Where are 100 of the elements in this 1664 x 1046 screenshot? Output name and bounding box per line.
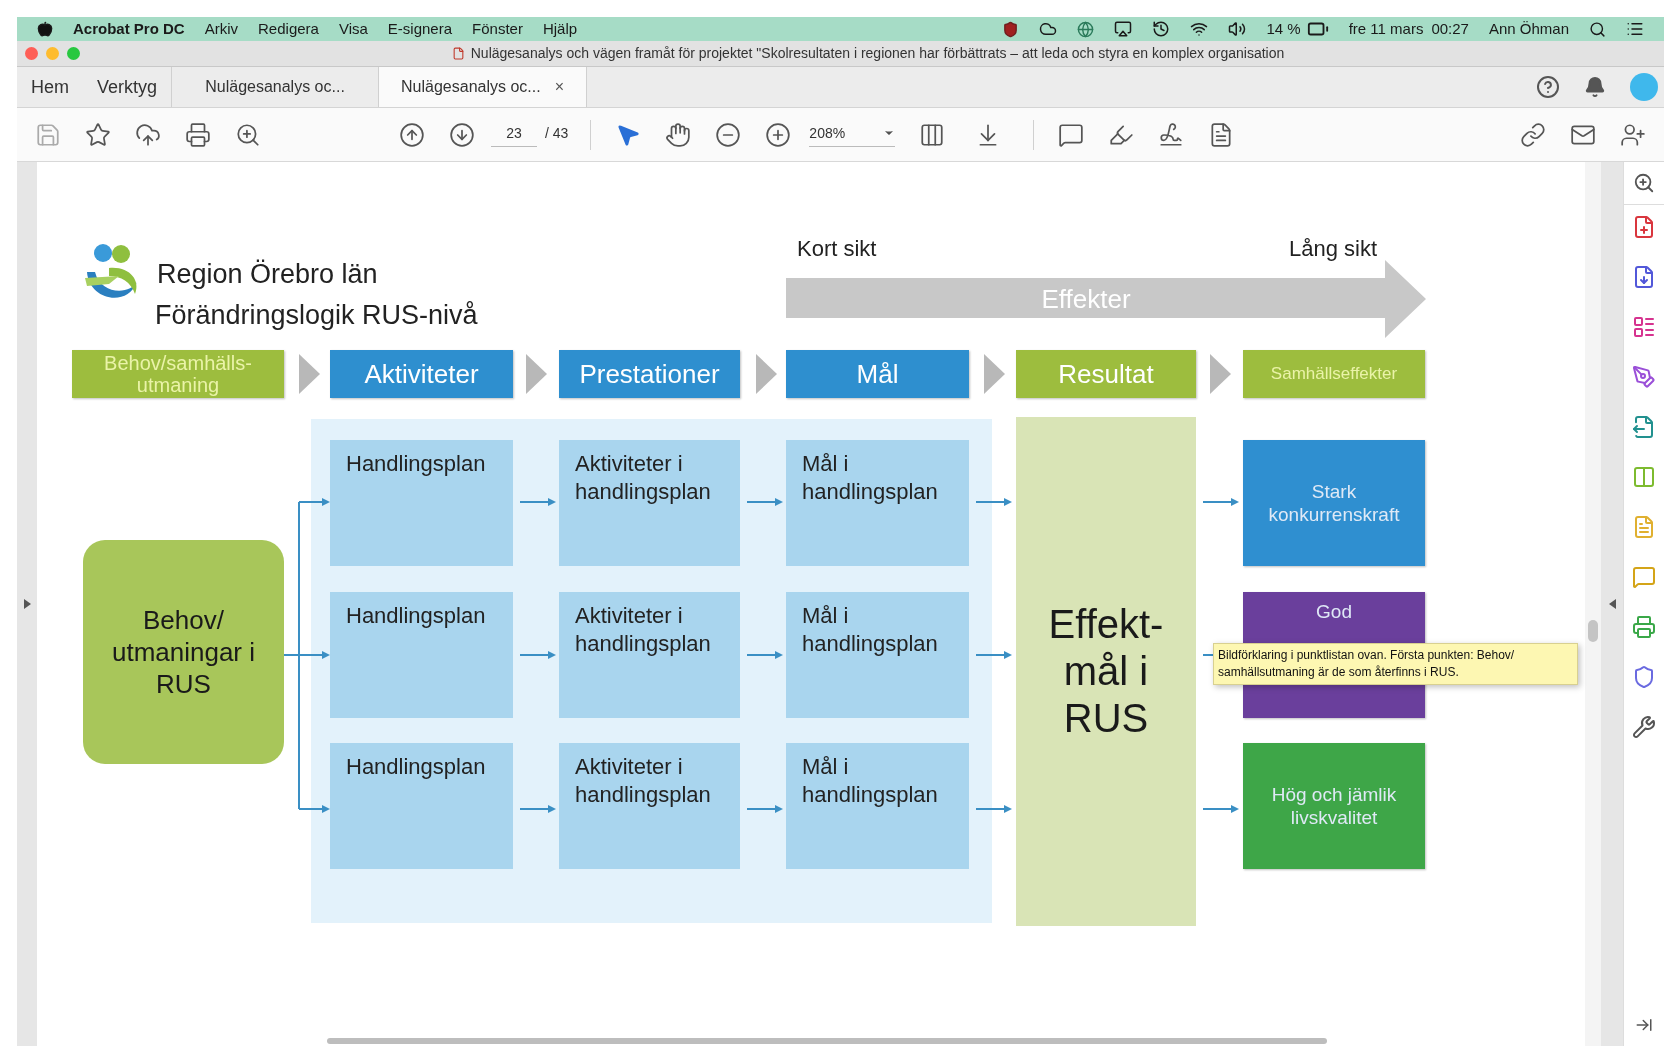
cloud-upload-icon[interactable] (135, 121, 161, 148)
connector-arrow (1202, 805, 1239, 813)
zoom-icon[interactable] (1633, 172, 1655, 194)
printer-icon[interactable] (1632, 615, 1656, 639)
add-user-icon[interactable] (1620, 121, 1646, 148)
stage-header: Mål (786, 350, 969, 398)
plan-box: Aktiviteter i handlingsplan (559, 743, 740, 869)
apple-icon[interactable] (37, 21, 53, 37)
zoom-search-icon[interactable] (235, 121, 261, 148)
plan-box: Mål i handlingsplan (786, 592, 969, 718)
menu-item[interactable]: Hjälp (542, 17, 578, 41)
signature-icon[interactable] (1158, 121, 1185, 148)
user-name[interactable]: Ann Öhman (1488, 17, 1569, 41)
expand-tools-icon[interactable] (1635, 1016, 1653, 1034)
stage-header: Behov/samhälls-utmaning (72, 350, 284, 398)
menu-date: fre 11 mars (1348, 18, 1424, 39)
cloud-icon[interactable] (1039, 20, 1058, 38)
pdf-file-icon (451, 47, 465, 60)
document-tab[interactable]: Nulägesanalys oc... (171, 67, 380, 107)
document-tab[interactable]: Nulägesanalys oc... × (379, 67, 588, 107)
file-download-icon[interactable] (1632, 265, 1656, 289)
previous-page-icon[interactable] (399, 121, 425, 148)
zoom-out-icon[interactable] (715, 121, 742, 148)
fit-page-icon[interactable] (919, 121, 946, 148)
file-export-icon[interactable] (1632, 415, 1656, 439)
file-plus-icon[interactable] (1632, 215, 1656, 239)
shield-icon[interactable] (1002, 20, 1020, 38)
diagram-title: Förändringslogik RUS-nivå (155, 299, 478, 332)
connector-arrow (746, 651, 783, 659)
page-number-field[interactable]: 23 (491, 122, 537, 147)
plan-box: Handlingsplan (330, 440, 513, 566)
expand-panel-icon[interactable] (23, 599, 31, 609)
connector-arrow (519, 805, 556, 813)
menu-item[interactable]: Fönster (472, 17, 523, 41)
nav-tab[interactable]: Verktyg (83, 67, 172, 107)
nav-tab[interactable]: Hem (17, 67, 83, 107)
connector-arrow (519, 651, 556, 659)
plan-box: Mål i handlingsplan (786, 743, 969, 869)
menu-item[interactable]: Visa (338, 17, 368, 41)
wrench-icon[interactable] (1632, 715, 1656, 739)
airplay-icon[interactable] (1114, 20, 1133, 38)
zoom-in-icon[interactable] (765, 121, 792, 148)
print-icon[interactable] (185, 121, 211, 148)
stage-header: Samhällseffekter (1243, 350, 1425, 398)
notification-icon[interactable] (1584, 76, 1606, 98)
comment-icon[interactable] (1058, 121, 1085, 148)
star-icon[interactable] (85, 121, 111, 148)
list-icon[interactable] (1626, 20, 1644, 38)
battery-percent: 14 % (1266, 18, 1301, 39)
effect-box: Stark konkurrenskraft (1243, 440, 1425, 566)
timeline-label: Kort sikt (797, 235, 877, 263)
menu-clock: 00:27 (1431, 18, 1469, 39)
plan-box: Handlingsplan (330, 592, 513, 718)
connector-arrow (975, 805, 1012, 813)
step-arrow (526, 354, 547, 394)
horizontal-scrollbar[interactable] (327, 1038, 1327, 1044)
plan-box: Mål i handlingsplan (786, 440, 969, 566)
connector-arrow (1202, 498, 1239, 506)
step-arrow (984, 354, 1005, 394)
need-box: Behov/ utmaningar i RUS (83, 540, 284, 764)
collapse-panel-icon[interactable] (1608, 599, 1616, 609)
search-icon[interactable] (1589, 20, 1606, 38)
step-arrow (756, 354, 777, 394)
volume-icon[interactable] (1228, 20, 1247, 38)
connector-arrow (975, 498, 1012, 506)
connector-arrow (519, 498, 556, 506)
page-total: / 43 (545, 123, 569, 143)
plan-box: Aktiviteter i handlingsplan (559, 592, 740, 718)
connector-arrow (746, 805, 783, 813)
hand-icon[interactable] (665, 121, 692, 148)
plan-box: Handlingsplan (330, 743, 513, 869)
help-icon[interactable] (1536, 75, 1560, 99)
timeline-label: Lång sikt (1289, 235, 1378, 263)
globe-icon[interactable] (1077, 20, 1095, 38)
connector-arrow (746, 498, 783, 506)
next-page-icon[interactable] (449, 121, 475, 148)
zoom-dropdown[interactable]: 208% (809, 122, 896, 147)
link-icon[interactable] (1520, 121, 1546, 148)
vertical-scrollbar[interactable] (1588, 620, 1598, 642)
window-title: Nulägesanalys och vägen framåt för projektet "Skolresultaten i regionen har förbättrats – att leda och styra en komplex organisation (470, 44, 1285, 63)
wifi-icon[interactable] (1190, 20, 1209, 38)
shield-icon[interactable] (1632, 665, 1656, 689)
stage-header: Aktiviteter (330, 350, 513, 398)
close-tab-icon[interactable]: × (554, 75, 565, 99)
tooltip: Bildförklaring i punktlistan ovan. Första punkten: Behov/ samhällsutmaning är de som återfinns i RUS. (1213, 643, 1578, 685)
organization-name: Region Örebro län (157, 258, 378, 291)
step-arrow (1210, 354, 1231, 394)
history-icon[interactable] (1152, 20, 1171, 38)
menu-item[interactable]: E-signera (387, 17, 453, 41)
connector-arrow (975, 651, 1012, 659)
app-name[interactable]: Acrobat Pro DC (73, 17, 185, 41)
stage-header: Prestationer (559, 350, 740, 398)
step-arrow (299, 354, 320, 394)
menu-item[interactable]: Arkiv (204, 17, 239, 41)
result-box: Effekt- mål i RUS (1016, 417, 1196, 926)
stage-header: Resultat (1016, 350, 1196, 398)
pen-icon[interactable] (1632, 365, 1656, 389)
effect-box: Hög och jämlik livskvalitet (1243, 743, 1425, 869)
layout-icon[interactable] (1632, 315, 1656, 339)
menu-item[interactable]: Redigera (258, 17, 319, 41)
